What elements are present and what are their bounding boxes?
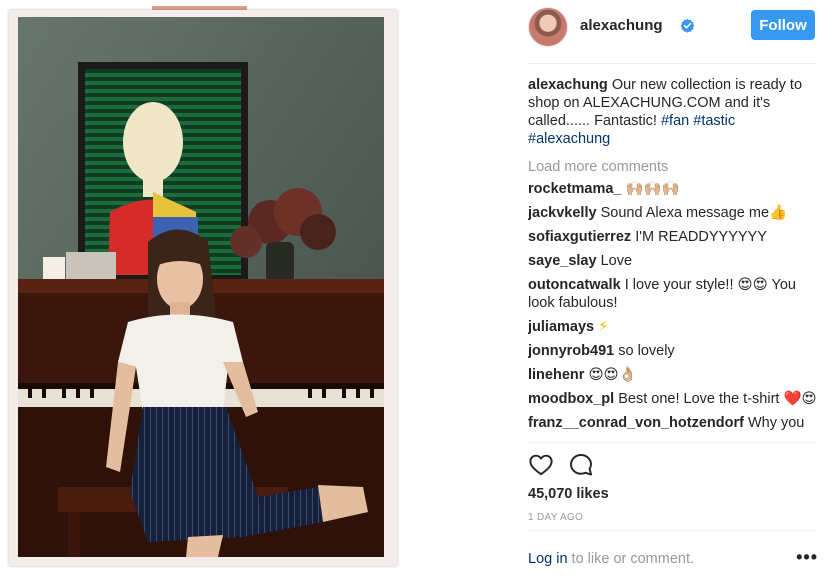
footer-divider (528, 530, 816, 531)
post-timestamp[interactable]: 1 DAY AGO (528, 512, 583, 523)
comment-text: 🙌🏼🙌🏼🙌🏼 (625, 181, 680, 197)
more-options-icon[interactable]: ••• (796, 547, 818, 568)
header-username[interactable]: alexachung (580, 17, 663, 34)
login-suffix: to like or comment. (567, 551, 695, 567)
comment-item: linehenr 😍😍👌🏼 (528, 366, 818, 384)
comment-text: Love (600, 253, 633, 269)
comment-username[interactable]: linehenr (528, 367, 584, 383)
heart-icon[interactable] (528, 452, 554, 478)
comment-text: ⚡ (598, 319, 609, 335)
comment-text: 😍😍👌🏼 (588, 367, 637, 383)
comment-username[interactable]: franz__conrad_von_hotzendorf (528, 415, 744, 431)
comment-text: Best one! Love the t-shirt ❤️😍 (618, 391, 817, 407)
comments-list[interactable]: alexachung Our new collection is ready t… (528, 70, 818, 442)
comment-username[interactable]: jonnyrob491 (528, 343, 614, 359)
comment-item: franz__conrad_von_hotzendorf Why you (528, 414, 818, 432)
comment-username[interactable]: outoncatwalk (528, 277, 621, 293)
comment-username[interactable]: jackvkelly (528, 205, 597, 221)
comment-item: outoncatwalk I love your style!! 😍😍 You … (528, 276, 818, 312)
comment-item: sofiaxgutierrez I'M READDYYYYYY (528, 228, 818, 246)
comment-bubble-icon[interactable] (568, 452, 594, 478)
comment-item: jonnyrob491 so lovely (528, 342, 818, 360)
comment-username[interactable]: juliamays (528, 319, 594, 335)
comment-item: rocketmama_ 🙌🏼🙌🏼🙌🏼 (528, 180, 818, 198)
likes-count[interactable]: 45,070 likes (528, 486, 609, 502)
avatar[interactable] (528, 7, 568, 47)
comment-text: I'M READDYYYYYY (635, 229, 767, 245)
hashtag-alexachung[interactable]: #alexachung (528, 131, 610, 147)
follow-button[interactable]: Follow (751, 10, 815, 40)
comment-text: Why you (747, 415, 805, 431)
comment-item: moodbox_pl Best one! Love the t-shirt ❤️… (528, 390, 818, 408)
header-divider (528, 63, 816, 64)
login-prompt: Log in to like or comment. ••• (528, 547, 818, 567)
comment-username[interactable]: rocketmama_ (528, 181, 622, 197)
comment-username[interactable]: saye_slay (528, 253, 597, 269)
post-image-illustration (18, 17, 384, 557)
comment-item: juliamays ⚡ (528, 318, 818, 336)
comment-text: so lovely (618, 343, 675, 359)
login-link[interactable]: Log in (528, 551, 568, 567)
post-image[interactable] (18, 17, 384, 557)
comment-text: Sound Alexa message me👍 (600, 205, 788, 221)
post-sidebar: alexachung Follow alexachung Our new col… (512, 0, 836, 581)
comment-item: saye_slay Love (528, 252, 818, 270)
verified-badge-icon (680, 18, 695, 33)
post-actions (528, 452, 608, 480)
load-more-comments-button[interactable]: Load more comments (528, 158, 818, 176)
hashtag-tastic[interactable]: #tastic (693, 113, 735, 129)
caption-username[interactable]: alexachung (528, 77, 608, 93)
post-photo-area (0, 0, 400, 581)
post-caption: alexachung Our new collection is ready t… (528, 76, 818, 148)
comments-divider (528, 442, 816, 443)
post-header: alexachung Follow (528, 7, 828, 47)
comment-username[interactable]: moodbox_pl (528, 391, 614, 407)
hashtag-fan[interactable]: #fan (661, 113, 689, 129)
comment-item: jackvkelly Sound Alexa message me👍 (528, 204, 818, 222)
comment-username[interactable]: sofiaxgutierrez (528, 229, 631, 245)
